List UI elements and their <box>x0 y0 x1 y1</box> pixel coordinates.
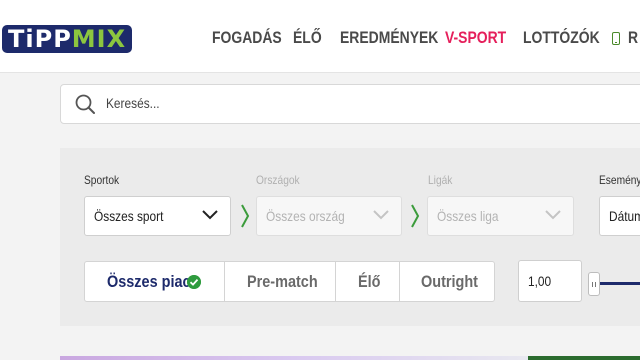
leagues-label: Ligák <box>428 173 453 187</box>
logo-box: TiPP MIX <box>2 24 133 53</box>
search-input[interactable]: Keresés... <box>106 95 160 111</box>
sports-label: Sportok <box>84 173 120 187</box>
check-circle-icon <box>187 275 201 289</box>
sports-select-value: Összes sport <box>94 208 164 224</box>
odds-slider-handle[interactable] <box>588 272 600 296</box>
top-header: TiPP MIX FOGADÁS ÉLŐ EREDMÉNYEK V-SPORT L… <box>0 0 640 73</box>
tab-elo-label: Élő <box>358 272 381 291</box>
logo-text-tipp: TiPP <box>8 24 72 53</box>
tab-outright[interactable]: Outright <box>400 262 494 301</box>
nav-item-v-sport[interactable]: V-SPORT <box>445 28 506 48</box>
tab-pre-match-label: Pre-match <box>247 272 318 291</box>
nav-item-fogadas[interactable]: FOGADÁS <box>212 28 282 48</box>
tippmix-logo[interactable]: TiPP MIX <box>2 22 133 56</box>
event-date-value: Dátum <box>609 208 640 224</box>
search-bar[interactable]: Keresés... <box>60 84 640 124</box>
sports-select[interactable]: Összes sport <box>84 196 231 236</box>
odds-slider-track[interactable] <box>596 282 640 285</box>
chevron-right-icon <box>241 204 250 228</box>
promo-banner-secondary[interactable] <box>528 356 640 360</box>
search-icon <box>75 94 95 114</box>
tab-osszes-piac-label: Összes piac <box>107 272 191 291</box>
promo-banner[interactable] <box>60 356 528 360</box>
tab-elo[interactable]: Élő <box>336 262 400 301</box>
countries-label: Országok <box>256 173 300 187</box>
chevron-down-icon <box>373 210 389 220</box>
chevron-down-icon <box>545 210 561 220</box>
leagues-select[interactable]: Összes liga <box>427 196 574 236</box>
countries-select-value: Összes ország <box>266 208 345 224</box>
chevron-down-icon <box>202 210 218 220</box>
min-odds-value: 1,00 <box>528 273 552 289</box>
leagues-select-value: Összes liga <box>437 208 499 224</box>
min-odds-input[interactable]: 1,00 <box>518 260 582 302</box>
logo-text-mix: MIX <box>71 24 127 53</box>
filter-panel: Sportok Országok Ligák Esemény i Összes … <box>60 148 640 326</box>
nav-item-partial[interactable]: R <box>628 28 638 48</box>
chevron-right-icon <box>411 204 420 228</box>
tab-pre-match[interactable]: Pre-match <box>225 262 336 301</box>
nav-item-lottozok[interactable]: LOTTÓZÓK <box>523 28 600 48</box>
countries-select[interactable]: Összes ország <box>256 196 402 236</box>
nav-item-eredmenyek[interactable]: EREDMÉNYEK <box>340 28 438 48</box>
nav-item-elo[interactable]: ÉLŐ <box>293 28 322 48</box>
market-tabs: Összes piac Pre-match Élő Outright <box>84 261 495 302</box>
event-label: Esemény i <box>599 173 640 187</box>
tab-outright-label: Outright <box>421 272 478 291</box>
phone-icon <box>612 32 620 45</box>
event-date-select[interactable]: Dátum <box>599 196 640 236</box>
tab-osszes-piac[interactable]: Összes piac <box>85 262 225 301</box>
